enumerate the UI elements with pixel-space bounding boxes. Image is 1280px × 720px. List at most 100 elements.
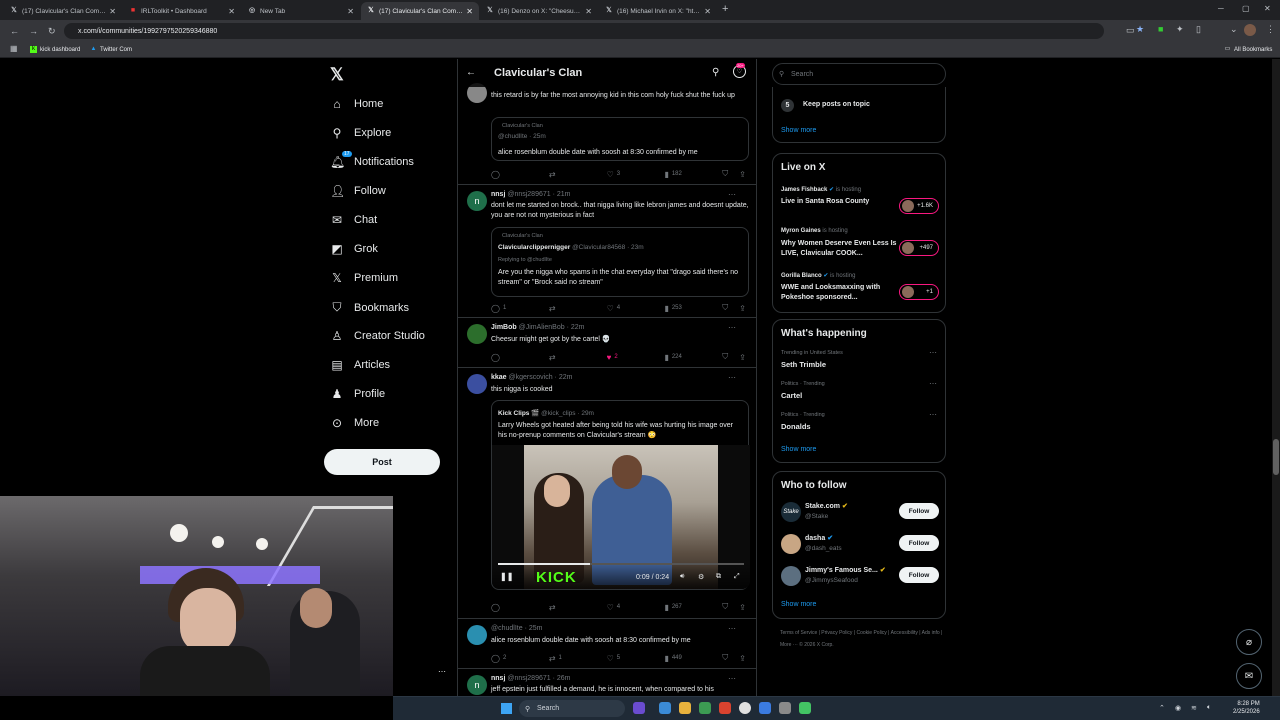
share-icon[interactable]: ⇪ <box>739 304 746 313</box>
x-logo-icon[interactable]: 𝕏 <box>330 65 344 85</box>
like-button[interactable]: ♡ 3 <box>607 169 647 179</box>
spotify-icon[interactable] <box>799 702 811 714</box>
star-icon[interactable]: ★ <box>1136 24 1144 35</box>
repost-button[interactable]: ⇄ <box>549 352 589 362</box>
nav-follow[interactable]: 👤︎ Follow <box>330 184 386 198</box>
more-dots-icon[interactable]: ⋯ <box>728 323 736 332</box>
tab-search-icon[interactable]: ⌄ <box>1230 24 1238 35</box>
repost-button[interactable]: ⇄ <box>549 303 589 313</box>
scrollbar-thumb[interactable] <box>1273 439 1279 475</box>
views-button[interactable]: ▮ 253 <box>664 303 704 313</box>
taskview-icon[interactable] <box>633 702 645 714</box>
follow-button[interactable]: Follow <box>899 503 939 519</box>
app-icon[interactable] <box>659 702 671 714</box>
bookmark-icon[interactable]: ⛉ <box>722 653 728 663</box>
nav-bookmarks[interactable]: ⛉ Bookmarks <box>330 300 409 315</box>
tab-irvin[interactable]: 𝕏 (16) Michael Irvin on X: "https: ✕ <box>599 2 717 20</box>
app-icon[interactable] <box>779 702 791 714</box>
avatar[interactable] <box>467 324 487 344</box>
repost-button[interactable]: ⇄ <box>549 602 589 612</box>
share-icon[interactable]: ⇪ <box>739 654 746 663</box>
views-button[interactable]: ▮ 182 <box>664 169 704 179</box>
close-icon[interactable]: ✕ <box>347 7 354 16</box>
bookmark-kick[interactable]: k kick dashboard <box>30 46 80 53</box>
settings-icon[interactable]: ⚙ <box>698 573 704 581</box>
nav-chat[interactable]: ✉ Chat <box>330 213 377 227</box>
avatar[interactable]: Stake <box>781 502 801 522</box>
avatar[interactable] <box>467 625 487 645</box>
more-dots-icon[interactable]: ⋯ <box>929 348 937 357</box>
avatar[interactable] <box>781 534 801 554</box>
repost-button[interactable]: ⇄ 1 <box>549 653 589 663</box>
bookmark-icon[interactable]: ⛉ <box>722 169 728 179</box>
more-dots-icon[interactable]: ⋯ <box>728 190 736 199</box>
reply-button[interactable]: ◯ 1 <box>491 303 531 313</box>
new-tab-plus-icon[interactable]: + <box>722 3 728 15</box>
maximize-icon[interactable]: ▢ <box>1242 4 1250 13</box>
grok-icon[interactable]: ⌀ <box>1236 629 1262 655</box>
nav-explore[interactable]: ⚲ Explore <box>330 126 392 140</box>
search-icon[interactable]: ⚲ <box>712 67 719 78</box>
fullscreen-icon[interactable]: ⤢ <box>734 573 740 581</box>
tweet[interactable]: n nnsj @nnsj289671 · 21m ⋯ dont let me s… <box>458 185 756 318</box>
pip-icon[interactable]: ⧉ <box>716 573 721 581</box>
views-button[interactable]: ▮ 267 <box>664 602 704 612</box>
follow-button[interactable]: Follow <box>899 535 939 551</box>
tweet-author[interactable]: nnsj @nnsj289671 · 21m <box>491 191 571 198</box>
live-title[interactable]: Live in Santa Rosa County <box>781 197 907 207</box>
minimize-icon[interactable]: ─ <box>1218 4 1224 13</box>
video-progress-bar[interactable] <box>498 563 744 565</box>
puzzle-icon[interactable]: ✦ <box>1176 24 1184 35</box>
avatar[interactable]: n <box>467 675 487 695</box>
nav-articles[interactable]: ▤ Articles <box>330 358 390 372</box>
network-icon[interactable]: ◉ <box>1175 704 1181 712</box>
nav-notifications[interactable]: 🔔︎ 17 Notifications <box>330 151 414 169</box>
cast-icon[interactable]: ▭ <box>1126 25 1135 36</box>
tweet-author[interactable]: nnsj @nnsj289671 · 26m <box>491 675 571 682</box>
tweet[interactable]: JimBob @JimAlienBob · 22m ⋯ Cheesur migh… <box>458 318 756 368</box>
menu-dots-icon[interactable]: ⋮ <box>1266 24 1275 35</box>
bookmark-share[interactable]: ⛉ ⇪ <box>722 169 749 179</box>
live-title[interactable]: WWE and Looksmaxxing with Pokeshoe spons… <box>781 283 907 303</box>
more-dots-icon[interactable]: ⋯ <box>728 674 736 683</box>
nav-premium[interactable]: 𝕏 Premium <box>330 271 398 285</box>
user-name[interactable]: Jimmy's Famous Se... ✔ <box>805 566 886 574</box>
views-button[interactable]: ▮ 449 <box>664 653 704 663</box>
quoted-tweet[interactable]: Clavicular's Clan @chudlIte · 25m alice … <box>491 117 749 161</box>
pause-icon[interactable]: ❚❚ <box>500 572 513 581</box>
tab-new[interactable]: ◎ New Tab ✕ <box>242 2 360 20</box>
taskbar-clock[interactable]: 8:28 PM 2/25/2026 <box>1233 700 1260 716</box>
nav-grok[interactable]: ◩ Grok <box>330 242 378 256</box>
reply-button[interactable]: ◯ 2 <box>491 653 531 663</box>
app-icon[interactable] <box>719 702 731 714</box>
tab-clan-active[interactable]: 𝕏 (17) Clavicular's Clan Communi ✕ <box>361 2 479 20</box>
tweet-author[interactable]: @chudlIte · 25m <box>491 625 542 632</box>
share-icon[interactable]: ⇪ <box>739 170 746 179</box>
bookmark-icon[interactable]: ⛉ <box>722 602 728 612</box>
app-icon[interactable] <box>759 702 771 714</box>
tweet-author[interactable]: kkae @kgerscovich · 22m <box>491 374 572 381</box>
more-dots-icon[interactable]: ⋯ <box>438 667 446 676</box>
mail-icon[interactable]: ✉ <box>1236 663 1262 689</box>
volume-icon[interactable]: 🔊︎ <box>680 573 684 581</box>
reply-button[interactable]: ◯ <box>491 352 531 362</box>
more-dots-icon[interactable]: ⋯ <box>728 624 736 633</box>
trend-name[interactable]: Donalds <box>781 422 811 431</box>
windows-start-icon[interactable] <box>501 703 512 714</box>
bookmark-share[interactable]: ⛉ ⇪ <box>722 303 749 313</box>
bookmark-icon[interactable]: ⛉ <box>722 303 728 313</box>
url-bar[interactable]: x.com/i/communities/1992797520259346880 <box>64 23 1104 39</box>
all-bookmarks[interactable]: ▭ All Bookmarks <box>1224 46 1273 53</box>
close-icon[interactable]: ✕ <box>109 7 116 16</box>
share-icon[interactable]: ⇪ <box>739 603 746 612</box>
repost-button[interactable]: ⇄ <box>549 169 589 179</box>
tray-chevron-icon[interactable]: ⌃ <box>1159 704 1165 712</box>
profile-avatar[interactable] <box>1244 24 1256 36</box>
footer-links[interactable]: Terms of Service | Privacy Policy | Cook… <box>780 627 950 651</box>
bookmark-share[interactable]: ⛉ ⇪ <box>722 602 749 612</box>
reload-icon[interactable]: ↻ <box>48 26 56 37</box>
close-icon[interactable]: ✕ <box>585 7 592 16</box>
bookmark-share[interactable]: ⛉ ⇪ <box>722 352 749 362</box>
trend-name[interactable]: Seth Trimble <box>781 360 826 369</box>
chrome-icon[interactable] <box>739 702 751 714</box>
